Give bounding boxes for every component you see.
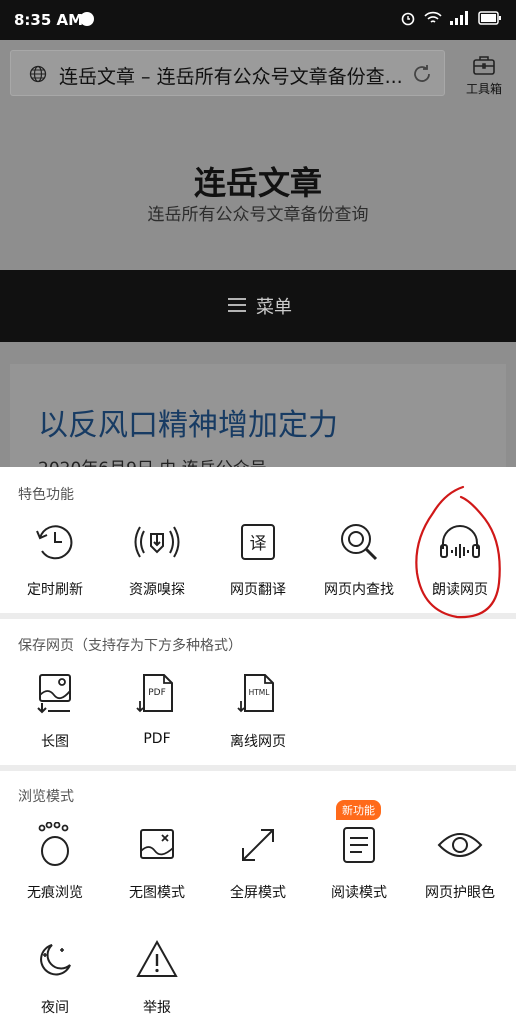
long-image-icon [37,674,71,714]
section-label-save: 保存网页（支持存为下方多种格式） [18,638,242,654]
wifi-icon [424,11,442,23]
svg-text:HTML: HTML [249,688,271,697]
item-label: 夜间 [41,1000,69,1016]
address-bar[interactable]: 连岳文章 – 连岳所有公众号文章备份查... [10,50,445,96]
signal-icon [450,11,468,25]
toolbox-label: 工具箱 [465,82,502,96]
no-image-button[interactable]: 无图模式 [107,822,207,902]
reading-mode-button[interactable]: 阅读模式 [309,822,409,902]
item-label: 无图模式 [129,885,185,901]
eye-icon [437,833,483,857]
timer-refresh-icon [36,525,73,560]
find-in-page-icon [341,524,378,561]
alarm-icon [401,12,415,26]
site-title: 连岳文章 [193,164,322,202]
url-text: 连岳文章 – 连岳所有公众号文章备份查... [59,66,403,88]
toolbox-button[interactable]: 工具箱 [458,52,510,97]
item-label: 定时刷新 [27,582,83,598]
webpage-background: 连岳文章 – 连岳所有公众号文章备份查... 工具箱 连岳文章 连岳所有公众号文… [0,40,516,468]
status-time: 8:35 AM [14,11,84,29]
section-label-browse: 浏览模式 [18,789,74,805]
item-label: 阅读模式 [331,885,387,901]
incognito-button[interactable]: 无痕浏览 [5,821,105,902]
save-offline-page-button[interactable]: HTML 离线网页 [208,671,308,751]
fullscreen-icon [242,829,274,861]
translate-icon: 译 [241,524,275,560]
report-icon [136,939,178,977]
item-label: 离线网页 [230,734,286,750]
pdf-file-icon: PDF [136,674,173,713]
timer-refresh-button[interactable]: 定时刷新 [5,519,105,599]
translate-button[interactable]: 译 网页翻译 [208,519,308,599]
new-feature-badge: 新功能 [336,800,381,820]
item-label: 无痕浏览 [27,885,83,901]
long-image-button[interactable]: 长图 [5,671,105,751]
resource-sniff-icon [134,526,180,558]
article-meta: 2020年6月9日 由 连岳公众号 [38,454,267,468]
globe-icon [29,65,47,83]
resource-sniff-button[interactable]: 资源嗅探 [107,519,207,599]
item-label: 网页内查找 [324,582,394,598]
item-label: 网页翻译 [230,582,286,598]
fullscreen-button[interactable]: 全屏模式 [208,822,308,902]
item-label: 举报 [143,1000,171,1016]
navigation-icon [80,12,94,26]
section-label-featured: 特色功能 [18,487,74,503]
site-subtitle: 连岳所有公众号文章备份查询 [147,205,369,225]
reading-mode-icon [343,827,375,863]
toolbox-icon [473,56,495,75]
reload-icon[interactable] [410,62,434,86]
item-label: PDF [143,731,171,747]
item-label: 全屏模式 [230,885,286,901]
html-file-icon: HTML [237,674,274,713]
site-menu-bar[interactable]: 菜单 [0,270,516,342]
item-label: 资源嗅探 [129,582,185,598]
night-icon [40,944,71,976]
red-annotation-circle [415,485,501,619]
item-label: 网页护眼色 [425,885,495,901]
night-mode-button[interactable]: 夜间 [5,937,105,1017]
report-button[interactable]: 举报 [107,937,207,1017]
save-pdf-button[interactable]: PDF PDF [107,671,207,747]
find-in-page-button[interactable]: 网页内查找 [309,519,409,599]
status-bar: 8:35 AM [0,0,516,40]
article-title[interactable]: 以反风口精神增加定力 [38,400,338,444]
svg-text:译: 译 [250,534,267,554]
incognito-icon [38,821,69,866]
item-label: 长图 [41,734,69,750]
no-image-icon [140,829,174,859]
section-divider [0,765,516,771]
menu-label: 菜单 [256,297,292,318]
battery-icon [478,11,501,25]
eye-care-button[interactable]: 网页护眼色 [410,822,510,902]
svg-text:PDF: PDF [148,688,166,698]
hamburger-icon [228,298,246,312]
